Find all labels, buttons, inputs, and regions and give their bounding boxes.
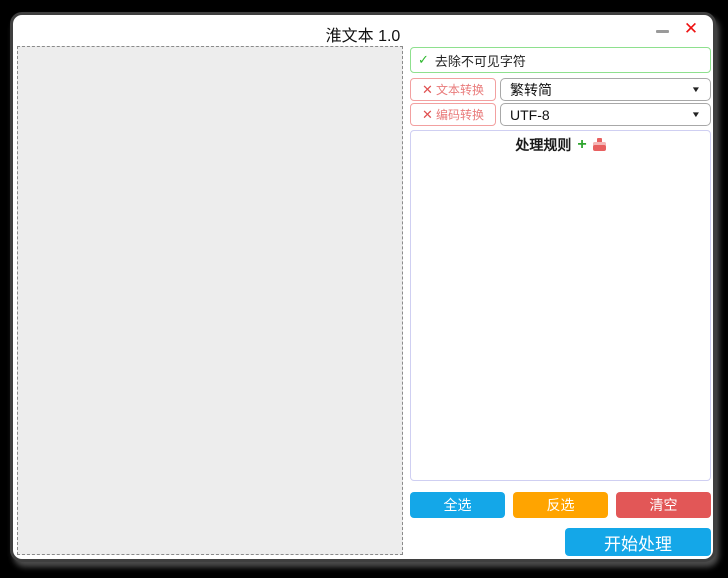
text-convert-value: 繁转简	[510, 80, 552, 100]
check-icon: ✓	[418, 52, 429, 68]
chevron-down-icon: ▼	[691, 110, 701, 119]
text-convert-toggle[interactable]: ✕ 文本转换	[410, 78, 496, 101]
start-processing-button[interactable]: 开始处理	[565, 528, 711, 556]
encoding-convert-select[interactable]: UTF-8 ▼	[500, 103, 711, 126]
remove-invisible-label: 去除不可见字符	[435, 51, 526, 70]
file-drop-area[interactable]	[17, 46, 403, 555]
text-convert-row: ✕ 文本转换 繁转简 ▼	[410, 78, 711, 101]
encoding-convert-row: ✕ 编码转换 UTF-8 ▼	[410, 103, 711, 126]
clear-button[interactable]: 清空	[616, 492, 711, 518]
select-all-button[interactable]: 全选	[410, 492, 505, 518]
desktop-background: 淮文本 1.0 ✕ ✓ 去除不可见字符 ✕ 文本转换 繁转简 ▼	[0, 0, 728, 578]
encoding-convert-value: UTF-8	[510, 107, 550, 123]
clear-rules-button[interactable]	[593, 138, 606, 152]
text-convert-select[interactable]: 繁转简 ▼	[500, 78, 711, 101]
invert-selection-button[interactable]: 反选	[513, 492, 608, 518]
remove-invisible-option[interactable]: ✓ 去除不可见字符	[410, 47, 711, 73]
app-window: 淮文本 1.0 ✕ ✓ 去除不可见字符 ✕ 文本转换 繁转简 ▼	[10, 12, 716, 562]
close-button[interactable]: ✕	[681, 18, 701, 40]
start-row: 开始处理	[410, 528, 711, 556]
x-icon: ✕	[422, 82, 433, 98]
minimize-button[interactable]	[653, 23, 671, 39]
chevron-down-icon: ▼	[691, 85, 701, 94]
rules-header: 处理规则 +	[411, 131, 710, 155]
rules-panel: 处理规则 +	[410, 130, 711, 481]
x-icon: ✕	[422, 107, 433, 123]
text-convert-label: 文本转换	[436, 81, 484, 98]
selection-buttons: 全选 反选 清空	[410, 492, 711, 518]
options-panel: ✓ 去除不可见字符 ✕ 文本转换 繁转简 ▼ ✕ 编码转换	[410, 47, 711, 556]
add-rule-button[interactable]: +	[577, 138, 586, 152]
titlebar[interactable]: 淮文本 1.0 ✕	[13, 15, 713, 46]
minimize-icon	[656, 30, 669, 33]
window-title: 淮文本 1.0	[13, 15, 713, 46]
encoding-convert-toggle[interactable]: ✕ 编码转换	[410, 103, 496, 126]
rules-title: 处理规则	[515, 135, 571, 155]
encoding-convert-label: 编码转换	[436, 106, 484, 123]
